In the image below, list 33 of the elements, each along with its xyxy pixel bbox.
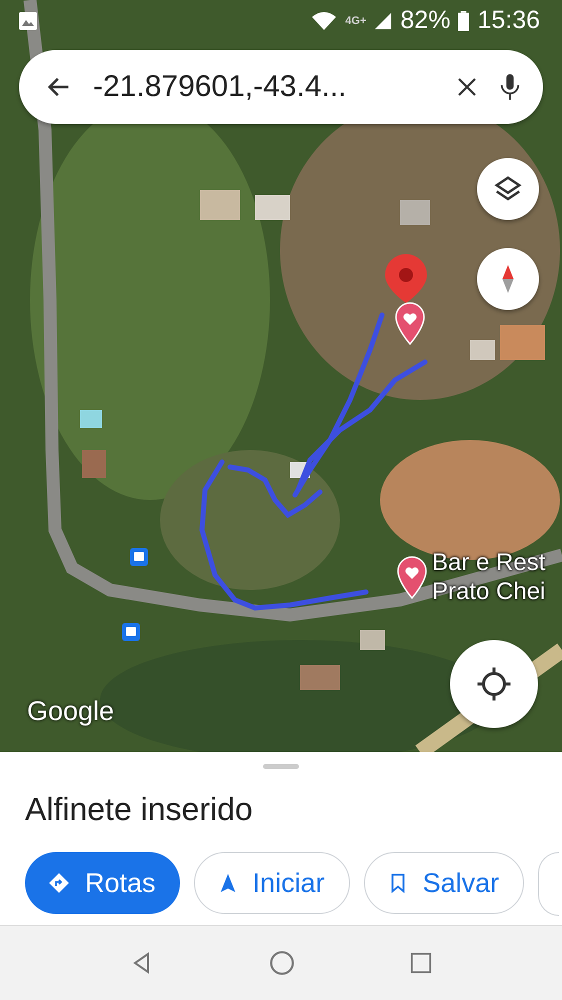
bus-stop-icon bbox=[122, 623, 140, 641]
rooftop bbox=[500, 325, 545, 360]
rooftop bbox=[360, 630, 385, 650]
place-label[interactable]: Prato Chei bbox=[432, 577, 562, 606]
heart-pin-icon bbox=[395, 302, 425, 345]
rooftop bbox=[470, 340, 495, 360]
clock-time: 15:36 bbox=[477, 6, 540, 35]
drag-handle[interactable] bbox=[263, 764, 299, 769]
heart-pin-icon bbox=[397, 556, 427, 599]
network-type-label: 4G+ bbox=[345, 14, 366, 26]
action-chip[interactable]: Rotas bbox=[25, 852, 180, 914]
image-notification-icon bbox=[18, 10, 38, 30]
microphone-icon[interactable] bbox=[499, 73, 521, 101]
signal-icon bbox=[374, 12, 392, 30]
bus-stop-icon bbox=[130, 548, 148, 566]
rooftop bbox=[82, 450, 106, 478]
search-field[interactable]: -21.879601,-43.4... bbox=[19, 50, 543, 124]
action-chip[interactable]: Iniciar bbox=[194, 852, 350, 914]
place-title: Alfinete inserido bbox=[25, 791, 254, 828]
home-icon[interactable] bbox=[269, 950, 295, 976]
recents-icon[interactable] bbox=[410, 952, 432, 974]
crosshair-icon bbox=[476, 666, 512, 702]
wifi-icon bbox=[311, 10, 338, 30]
rooftop bbox=[200, 190, 240, 220]
map-pin-icon bbox=[385, 254, 427, 303]
rooftop bbox=[300, 665, 340, 690]
rooftop bbox=[400, 200, 430, 225]
swimming-pool bbox=[80, 410, 102, 428]
google-logo: Google bbox=[27, 696, 114, 727]
rooftop bbox=[255, 195, 290, 220]
battery-percent: 82% bbox=[400, 6, 450, 35]
battery-icon bbox=[458, 10, 470, 30]
action-chip[interactable]: Salvar bbox=[364, 852, 524, 914]
